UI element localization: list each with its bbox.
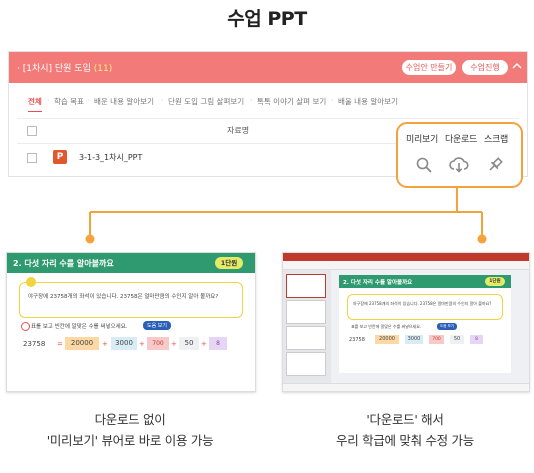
editing-slide: 2. 다섯 자리 수를 알아볼까요 1단원 야구장에 23758개의 좌석이 있… bbox=[339, 275, 511, 373]
row-checkbox[interactable] bbox=[27, 153, 37, 163]
pin-icon[interactable] bbox=[486, 156, 504, 174]
caption-left-line2: '미리보기' 뷰어로 바로 이용 가능 bbox=[46, 433, 214, 448]
eq-part-3: 700 bbox=[147, 337, 169, 350]
character-icon bbox=[26, 277, 36, 287]
make-lesson-plan-button[interactable]: 수업안 만들기 bbox=[402, 60, 456, 75]
question-box: 야구장에 23758개의 좌석이 있습니다. 23758은 얼마만큼의 수인지 … bbox=[347, 294, 503, 320]
page-title: 수업 PPT bbox=[227, 8, 307, 30]
panel-header-title: · [1차시] 단원 도입 (11) bbox=[17, 61, 112, 74]
caption-right-line1: '다운로드' 해서 bbox=[366, 412, 444, 427]
chevron-up-icon[interactable] bbox=[512, 61, 522, 71]
tab-story[interactable]: 톡톡 이야기 살펴 보기 bbox=[257, 96, 326, 107]
unit-badge: 1단원 bbox=[215, 257, 243, 269]
caption-right-line2: 우리 학급에 맞춰 수정 가능 bbox=[336, 433, 474, 448]
slide-title: 2. 다섯 자리 수를 알아볼까요 bbox=[343, 280, 413, 286]
eq-part-1: 20000 bbox=[375, 335, 399, 344]
task-text: 표를 보고 빈칸에 알맞은 수를 써넣으세요. bbox=[31, 324, 128, 330]
tab-all[interactable]: 전체 bbox=[28, 96, 42, 112]
tab-review[interactable]: 배운 내용 알아보기 bbox=[94, 96, 154, 107]
task-text: 표를 보고 빈칸에 알맞은 수를 써넣으세요. bbox=[351, 324, 422, 329]
ppt-file-icon: P bbox=[53, 150, 67, 164]
eq-part-2: 3000 bbox=[405, 335, 423, 344]
download-cloud-icon[interactable] bbox=[449, 156, 469, 174]
caption-preview: 다운로드 없이 '미리보기' 뷰어로 바로 이용 가능 bbox=[6, 409, 254, 451]
hint-button[interactable]: 도움 보기 bbox=[437, 323, 457, 330]
eq-part-4: 50 bbox=[450, 335, 464, 344]
eq-part-5: 8 bbox=[209, 337, 227, 350]
tab-preview-content[interactable]: 배울 내용 알아보기 bbox=[338, 96, 398, 107]
action-callout: 미리보기 다운로드 스크랩 bbox=[396, 122, 523, 188]
preview-label: 미리보기 bbox=[406, 135, 438, 145]
eq-total: 23758 bbox=[349, 337, 365, 343]
select-all-checkbox[interactable] bbox=[27, 126, 37, 136]
bullet-icon bbox=[21, 322, 30, 331]
slide-title: 2. 다섯 자리 수를 알아볼까요 bbox=[13, 259, 114, 268]
filter-tabs: 전체 · 학습 목표 · 배운 내용 알아보기 · 단원 도입 그림 살펴보기 … bbox=[28, 96, 398, 112]
tab-intro-picture[interactable]: 단원 도입 그림 살펴보기 bbox=[168, 96, 244, 107]
editor-status-bar bbox=[283, 383, 529, 391]
hint-button[interactable]: 도움 보기 bbox=[143, 321, 171, 330]
caption-left-line1: 다운로드 없이 bbox=[94, 412, 166, 427]
tab-learning-goal[interactable]: 학습 목표 bbox=[54, 96, 84, 107]
editor-ribbon bbox=[283, 261, 529, 270]
question-text: 야구장에 23758개의 좌석이 있습니다. 23758은 얼마만큼의 수인지 … bbox=[28, 294, 219, 300]
divider bbox=[17, 118, 519, 119]
unit-badge: 1단원 bbox=[485, 277, 505, 286]
eq-part-4: 50 bbox=[179, 337, 199, 350]
run-lesson-button[interactable]: 수업진행 bbox=[462, 60, 508, 75]
download-label: 다운로드 bbox=[445, 135, 477, 145]
search-icon[interactable] bbox=[415, 156, 433, 174]
item-count: (11) bbox=[93, 64, 113, 74]
column-header-name: 자료명 bbox=[227, 126, 250, 135]
lesson-title: · [1차시] 단원 도입 bbox=[17, 64, 91, 74]
editor-title-bar bbox=[283, 253, 529, 261]
caption-download: '다운로드' 해서 우리 학급에 맞춰 수정 가능 bbox=[282, 409, 528, 451]
panel-header: · [1차시] 단원 도입 (11) 수업안 만들기 수업진행 bbox=[9, 52, 527, 83]
scrap-label: 스크랩 bbox=[484, 135, 508, 145]
eq-total: 23758 bbox=[23, 340, 46, 348]
eq-part-5: 8 bbox=[470, 335, 483, 344]
editor-preview: 2. 다섯 자리 수를 알아볼까요 1단원 야구장에 23758개의 좌석이 있… bbox=[282, 252, 530, 392]
question-text: 야구장에 23758개의 좌석이 있습니다. 23758은 얼마만큼의 수인지 … bbox=[353, 301, 492, 306]
eq-part-3: 700 bbox=[429, 335, 444, 344]
eq-part-1: 20000 bbox=[65, 337, 99, 350]
file-name[interactable]: 3-1-3_1차시_PPT bbox=[79, 152, 142, 163]
thumbnail-pane bbox=[283, 270, 331, 391]
preview-slide: 2. 다섯 자리 수를 알아볼까요 1단원 야구장에 23758개의 좌석이 있… bbox=[6, 252, 256, 392]
eq-part-2: 3000 bbox=[111, 337, 137, 350]
question-box: 야구장에 23758개의 좌석이 있습니다. 23758은 얼마만큼의 수인지 … bbox=[19, 277, 243, 318]
